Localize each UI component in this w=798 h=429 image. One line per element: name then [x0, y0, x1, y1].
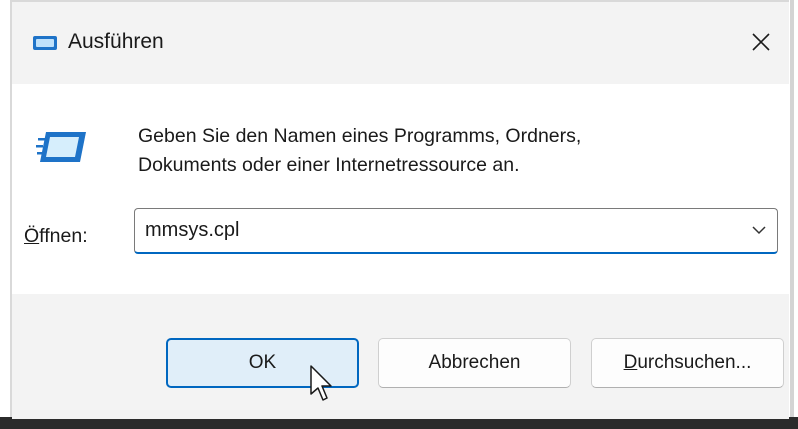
open-input[interactable] — [145, 209, 735, 251]
description-line-2: Dokuments oder einer Internetressource a… — [138, 154, 520, 176]
open-label-accesskey: Ö — [24, 225, 40, 247]
browse-label-rest: urchsuchen... — [637, 352, 752, 373]
cancel-button[interactable]: Abbrechen — [378, 338, 571, 388]
dialog-content: Geben Sie den Namen eines Programms, Ord… — [12, 84, 789, 294]
title-bar[interactable]: Ausführen — [12, 2, 789, 84]
close-button[interactable] — [739, 20, 783, 64]
run-icon — [33, 36, 57, 50]
chevron-down-icon[interactable] — [751, 223, 767, 237]
run-dialog: Ausführen Geben Sie den Namen eines Prog… — [10, 0, 789, 419]
button-bar: OK Abbrechen Durchsuchen... — [12, 294, 789, 419]
open-label: Öffnen: — [24, 225, 88, 248]
description-line-1: Geben Sie den Namen eines Programms, Ord… — [138, 125, 582, 147]
description: Geben Sie den Namen eines Programms, Ord… — [138, 122, 698, 180]
mouse-pointer-icon — [310, 365, 332, 401]
window-title: Ausführen — [68, 30, 164, 53]
close-icon — [752, 33, 770, 51]
desktop-edge-line — [790, 0, 794, 418]
open-label-rest: ffnen: — [39, 225, 88, 247]
open-combobox[interactable] — [134, 208, 778, 254]
browse-button[interactable]: Durchsuchen... — [591, 338, 784, 388]
run-program-icon — [36, 132, 86, 162]
browse-accesskey: D — [623, 352, 638, 373]
